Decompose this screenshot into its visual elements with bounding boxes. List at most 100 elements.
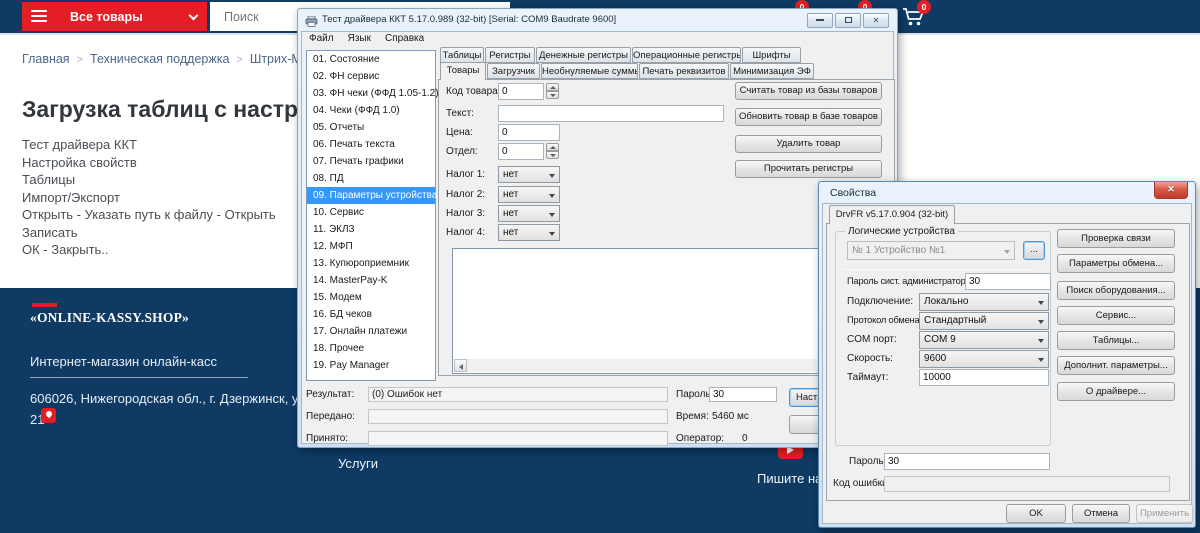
- read-product-button[interactable]: Считать товар из базы товаров: [735, 82, 882, 100]
- menu-file[interactable]: Файл: [302, 32, 341, 45]
- section-list: 01. Состояние 02. ФН сервис 03. ФН чеки …: [306, 50, 436, 381]
- footer-services-link[interactable]: Услуги: [338, 456, 378, 471]
- section-item[interactable]: 06. Печать текста: [307, 136, 435, 153]
- connection-select[interactable]: Локально: [919, 293, 1049, 311]
- dialog-titlebar[interactable]: Свойства ✕: [819, 182, 1195, 204]
- tab-print-requisites[interactable]: Печать реквизитов: [639, 63, 729, 79]
- breadcrumb-sep: >: [77, 54, 83, 66]
- footer-write-to: Пишите на: [757, 471, 822, 486]
- section-item[interactable]: 16. БД чеков: [307, 306, 435, 323]
- section-item[interactable]: 07. Печать графики: [307, 153, 435, 170]
- window-client-area: ФайлЯзыкСправка 01. Состояние 02. ФН сер…: [301, 31, 894, 444]
- additional-params-button[interactable]: Дополнит. параметры...: [1057, 356, 1175, 375]
- section-item[interactable]: 15. Модем: [307, 289, 435, 306]
- tab-goods[interactable]: Товары: [440, 62, 486, 80]
- tab-registers[interactable]: Регистры: [485, 47, 535, 63]
- section-item[interactable]: 13. Купюроприемник: [307, 255, 435, 272]
- all-products-label[interactable]: Все товары: [70, 10, 143, 24]
- maximize-button[interactable]: [835, 13, 861, 28]
- operator-value: 0: [742, 433, 748, 444]
- map-pin-icon[interactable]: [41, 408, 56, 423]
- section-item[interactable]: 01. Состояние: [307, 51, 435, 68]
- text-input[interactable]: [498, 105, 724, 122]
- breadcrumb-link[interactable]: Штрих-М: [250, 52, 302, 66]
- section-item[interactable]: 03. ФН чеки (ФФД 1.05-1.2): [307, 85, 435, 102]
- find-hardware-button[interactable]: Поиск оборудования...: [1057, 281, 1175, 300]
- apply-button: Применить: [1136, 504, 1193, 523]
- time-label: Время:: [676, 411, 709, 422]
- com-port-select[interactable]: COM 9: [919, 331, 1049, 349]
- section-item[interactable]: 04. Чеки (ФФД 1.0): [307, 102, 435, 119]
- printer-icon: [305, 14, 318, 25]
- dialog-password-input[interactable]: [884, 453, 1050, 470]
- update-product-button[interactable]: Обновить товар в базе товаров: [735, 108, 882, 126]
- window-titlebar[interactable]: Тест драйвера ККТ 5.17.0.989 (32-bit) [S…: [298, 9, 897, 31]
- about-driver-button[interactable]: О драйвере...: [1057, 382, 1175, 401]
- admin-password-input[interactable]: [965, 273, 1051, 290]
- service-button[interactable]: Сервис...: [1057, 306, 1175, 325]
- section-item[interactable]: 10. Сервис: [307, 204, 435, 221]
- password-label: Пароль:: [676, 389, 713, 400]
- baudrate-select[interactable]: 9600: [919, 350, 1049, 368]
- check-connection-button[interactable]: Проверка связи: [1057, 229, 1175, 248]
- tab-minimize-ef[interactable]: Минимизация ЭФ: [730, 63, 814, 79]
- chevron-down-icon: [189, 11, 199, 21]
- department-spinner[interactable]: [546, 143, 559, 160]
- device-ellipsis-button[interactable]: ...: [1023, 241, 1045, 260]
- tab-fonts[interactable]: Шрифты: [742, 47, 801, 63]
- hamburger-icon[interactable]: [31, 10, 47, 22]
- field-label: Налог 4:: [446, 227, 485, 238]
- section-item[interactable]: 19. Pay Manager: [307, 357, 435, 374]
- section-item[interactable]: 11. ЭКЛЗ: [307, 221, 435, 238]
- tab-money-registers[interactable]: Денежные регистры: [536, 47, 631, 63]
- cancel-button[interactable]: Отмена: [1072, 504, 1130, 523]
- tax2-select[interactable]: нет: [498, 186, 560, 203]
- department-input[interactable]: [498, 143, 544, 160]
- dialog-close-button[interactable]: ✕: [1154, 182, 1188, 199]
- product-code-spinner[interactable]: [546, 83, 559, 100]
- read-registers-button[interactable]: Прочитать регистры: [735, 160, 882, 178]
- timeout-input[interactable]: [919, 369, 1049, 386]
- ok-button[interactable]: OK: [1006, 504, 1066, 523]
- section-item[interactable]: 12. МФП: [307, 238, 435, 255]
- field-label: Налог 1:: [446, 169, 485, 180]
- field-label: Таймаут:: [847, 372, 889, 383]
- section-item[interactable]: 05. Отчеты: [307, 119, 435, 136]
- tab-operational-registers[interactable]: Операционные регистры: [632, 47, 741, 63]
- catalog-button[interactable]: Все товары: [22, 2, 207, 31]
- breadcrumb-link[interactable]: Главная: [22, 52, 70, 66]
- price-input[interactable]: [498, 124, 560, 141]
- footer-brand[interactable]: «ONLINE-KASSY.SHOP»: [30, 310, 189, 326]
- breadcrumb-link[interactable]: Техническая поддержка: [90, 52, 229, 66]
- delete-product-button[interactable]: Удалить товар: [735, 135, 882, 153]
- tax4-select[interactable]: нет: [498, 224, 560, 241]
- section-item[interactable]: 02. ФН сервис: [307, 68, 435, 85]
- minimize-button[interactable]: [807, 13, 833, 28]
- dialog-client-area: DrvFR v5.17.0.904 (32-bit) Логические ус…: [822, 203, 1192, 524]
- product-code-input[interactable]: [498, 83, 544, 100]
- scroll-left-icon[interactable]: [454, 359, 467, 372]
- section-item-selected[interactable]: 09. Параметры устройства: [307, 187, 435, 204]
- tab-nonzero-sums[interactable]: Необнуляемые суммы: [541, 63, 638, 79]
- exchange-params-button[interactable]: Параметры обмена...: [1057, 254, 1175, 273]
- error-code-label: Код ошибки:: [833, 478, 890, 489]
- tab-tables[interactable]: Таблицы: [440, 47, 484, 63]
- section-item[interactable]: 08. ПД: [307, 170, 435, 187]
- section-item[interactable]: 18. Прочее: [307, 340, 435, 357]
- tab-loader[interactable]: Загрузчик: [487, 63, 540, 79]
- article-line: Таблицы: [22, 171, 276, 189]
- kkt-test-window: Тест драйвера ККТ 5.17.0.989 (32-bit) [S…: [297, 8, 898, 448]
- field-label: Отдел:: [446, 146, 478, 157]
- menu-help[interactable]: Справка: [378, 32, 431, 45]
- section-item[interactable]: 14. MasterPay-K: [307, 272, 435, 289]
- menu-language[interactable]: Язык: [341, 32, 378, 45]
- protocol-select[interactable]: Стандартный: [919, 312, 1049, 330]
- tables-button[interactable]: Таблицы...: [1057, 331, 1175, 350]
- close-button[interactable]: ✕: [863, 13, 889, 28]
- tax3-select[interactable]: нет: [498, 205, 560, 222]
- section-item[interactable]: 17. Онлайн платежи: [307, 323, 435, 340]
- driver-tab[interactable]: DrvFR v5.17.0.904 (32-bit): [829, 205, 955, 224]
- tax1-select[interactable]: нет: [498, 166, 560, 183]
- field-label: Налог 2:: [446, 189, 485, 200]
- password-input[interactable]: [709, 387, 777, 402]
